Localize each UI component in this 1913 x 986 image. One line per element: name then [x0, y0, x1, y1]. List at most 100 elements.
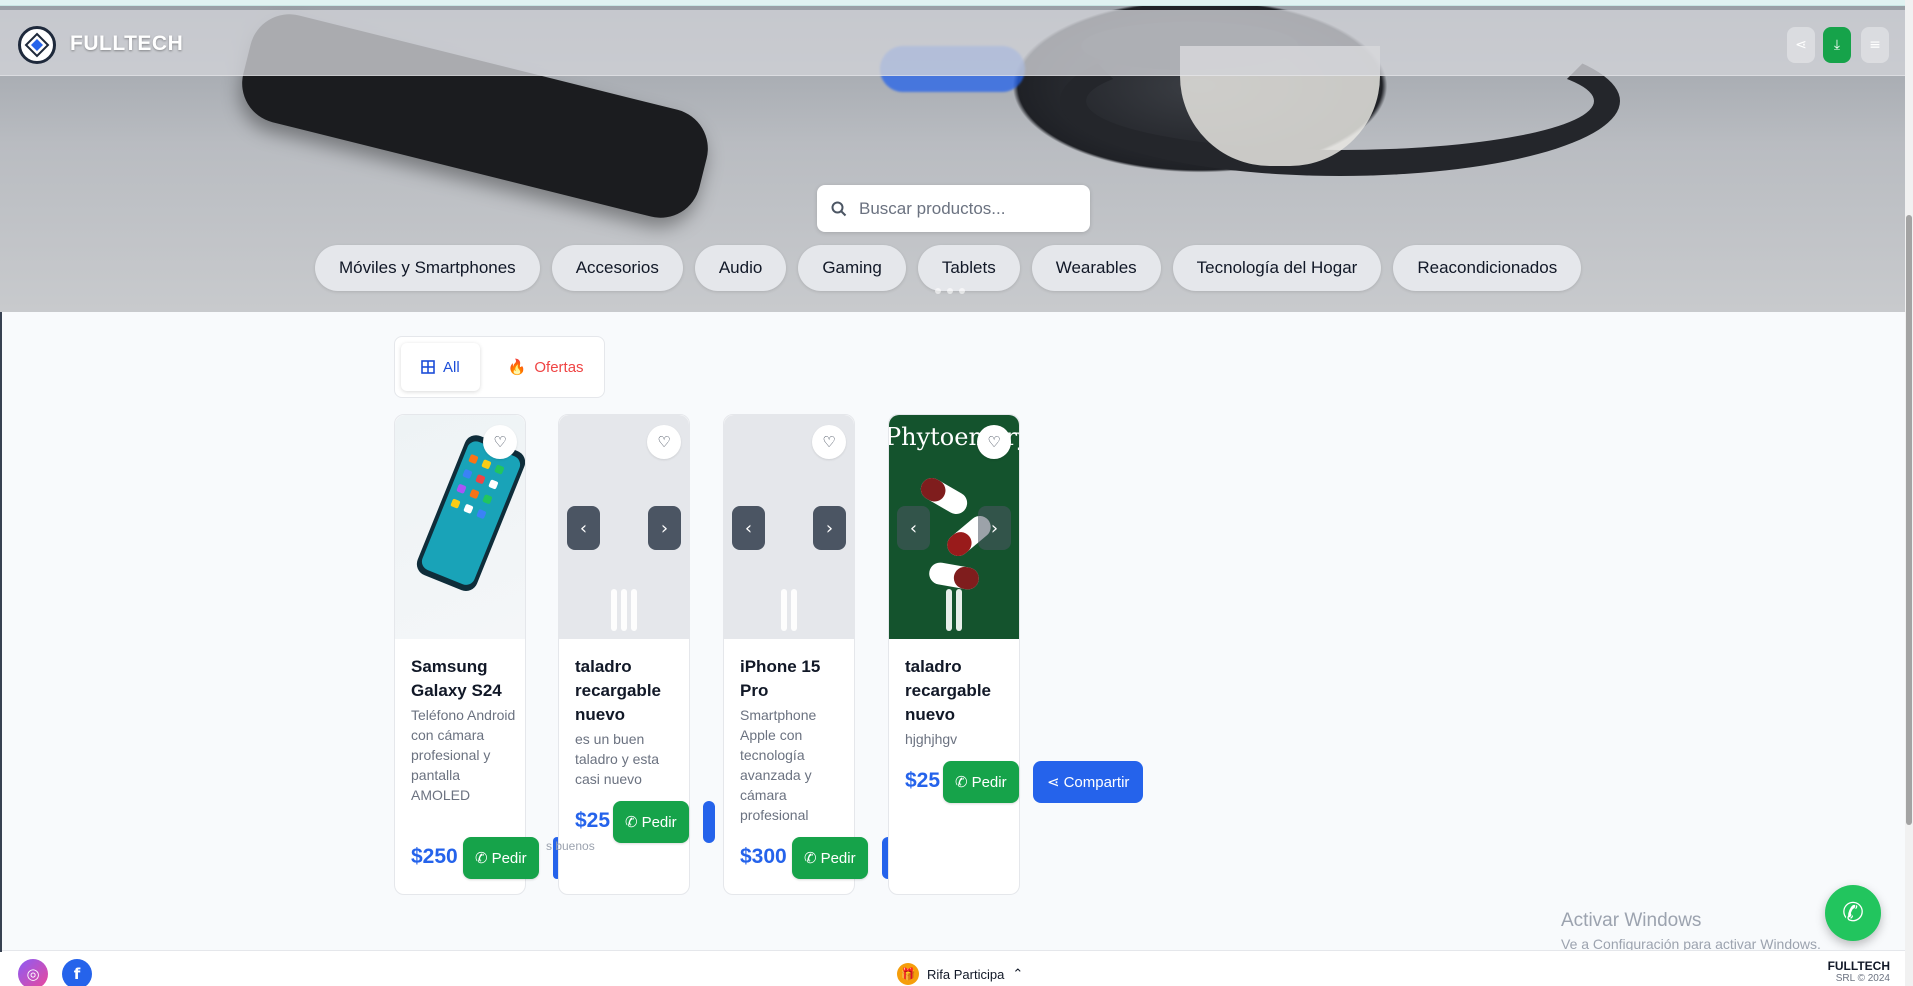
share-product-button[interactable]: ⋖ Compartir [1033, 761, 1144, 803]
chevron-left-icon: ‹ [744, 517, 753, 539]
product-title[interactable]: iPhone 15 Pro [740, 655, 845, 703]
chevron-up-icon: ⌃ [1012, 966, 1024, 981]
category-chip[interactable]: Tablets [917, 245, 1020, 291]
search-input[interactable] [859, 198, 1069, 219]
share-label: Compartir [1063, 773, 1130, 791]
favorite-button[interactable]: ♡ [812, 425, 846, 459]
chevron-right-icon: › [990, 517, 999, 539]
product-card[interactable]: ♡ Samsung Galaxy S24 Teléfono Android co… [394, 414, 561, 895]
order-label: Pedir [971, 773, 1007, 791]
order-whatsapp-button[interactable]: ✆ Pedir [943, 761, 1019, 803]
next-image-button[interactable]: › [978, 506, 1011, 550]
heart-icon: ♡ [987, 433, 1001, 451]
chevron-right-icon: › [660, 517, 669, 539]
download-button[interactable]: ⤓ [1823, 27, 1851, 63]
whatsapp-icon: ✆ [955, 774, 968, 791]
chevron-left-icon: ‹ [579, 517, 588, 539]
share-icon: ⋖ [1047, 774, 1060, 791]
top-navbar: FULLTECH ⋖ ⤓ ≡ [0, 10, 1905, 76]
tab-all[interactable]: All [401, 343, 480, 391]
order-whatsapp-button[interactable]: ✆ Pedir [792, 837, 868, 879]
search-bar [817, 185, 1090, 232]
favorite-button[interactable]: ♡ [977, 425, 1011, 459]
product-title[interactable]: taladro recargable nuevo [575, 655, 680, 727]
tab-offers-label: Ofertas [534, 358, 584, 376]
whatsapp-icon: ✆ [625, 814, 638, 831]
product-price: $300 [740, 845, 787, 868]
rifa-label: Rifa Participa [927, 966, 1005, 982]
logo-diamond-icon [24, 32, 50, 58]
whatsapp-float-button[interactable]: ✆ [1825, 885, 1881, 941]
chevron-left-icon: ‹ [909, 517, 918, 539]
order-whatsapp-button[interactable]: ✆ Pedir [613, 801, 689, 843]
download-icon: ⤓ [1833, 37, 1841, 53]
gift-icon: 🎁 [897, 963, 919, 985]
carousel-dots[interactable] [935, 288, 965, 294]
prev-image-button[interactable]: ‹ [897, 506, 930, 550]
category-chip[interactable]: Gaming [798, 245, 906, 291]
overflow-text: s buenos [546, 839, 595, 853]
product-title[interactable]: taladro recargable nuevo [905, 655, 1010, 727]
category-chip[interactable]: Wearables [1031, 245, 1161, 291]
share-icon: ⋖ [1795, 37, 1807, 53]
product-card[interactable]: ‹ › ♡ taladro recargable nuevo es un bue… [558, 414, 715, 895]
footer-brand-name: FULLTECH [1827, 959, 1890, 973]
facebook-button[interactable]: f [62, 959, 92, 986]
image-indicators[interactable] [946, 589, 962, 631]
hamburger-icon: ≡ [1869, 37, 1881, 53]
category-chip[interactable]: Móviles y Smartphones [315, 245, 540, 291]
brand-name[interactable]: FULLTECH [70, 32, 183, 56]
activation-title: Activar Windows [1561, 910, 1702, 931]
order-label: Pedir [641, 813, 677, 831]
product-price: $25 [905, 769, 941, 792]
product-price: $250 [411, 845, 458, 868]
heart-icon: ♡ [657, 433, 671, 451]
heart-icon: ♡ [822, 433, 836, 451]
whatsapp-icon: ✆ [804, 850, 817, 867]
chevron-right-icon: › [825, 517, 834, 539]
favorite-button[interactable]: ♡ [483, 425, 517, 459]
prev-image-button[interactable]: ‹ [567, 506, 600, 550]
left-edge-border [0, 312, 2, 952]
brand-logo[interactable] [18, 26, 56, 64]
next-image-button[interactable]: › [648, 506, 681, 550]
menu-button[interactable]: ≡ [1861, 27, 1889, 63]
footer-brand: FULLTECH SRL © 2024 [1828, 959, 1890, 984]
product-title[interactable]: Samsung Galaxy S24 [411, 655, 516, 703]
grid-icon [421, 360, 435, 374]
tab-all-label: All [443, 358, 460, 376]
product-card[interactable]: ‹ › ♡ iPhone 15 Pro Smartphone Apple con… [723, 414, 894, 895]
product-description: Smartphone Apple con tecnología avanzada… [740, 707, 817, 823]
facebook-icon: f [73, 965, 81, 983]
next-image-button[interactable]: › [813, 506, 846, 550]
product-price: $25 [575, 809, 611, 832]
scrollbar-thumb[interactable] [1906, 215, 1912, 825]
whatsapp-icon: ✆ [475, 850, 488, 867]
whatsapp-icon: ✆ [1842, 898, 1864, 928]
favorite-button[interactable]: ♡ [647, 425, 681, 459]
page-scrollbar[interactable] [1905, 0, 1913, 986]
order-label: Pedir [820, 849, 856, 867]
search-icon [831, 201, 847, 216]
order-whatsapp-button[interactable]: ✆ Pedir [463, 837, 539, 879]
category-chip[interactable]: Tecnología del Hogar [1172, 245, 1382, 291]
footer-bar: ◎ f 🎁 Rifa Participa ⌃ FULLTECH SRL © 20… [0, 950, 1905, 986]
category-chip[interactable]: Audio [694, 245, 787, 291]
product-card[interactable]: Phytoemory ‹ › ♡ taladro recargable nuev… [888, 414, 1144, 895]
share-button[interactable]: ⋖ [1787, 27, 1815, 63]
category-chip[interactable]: Accesorios [551, 245, 683, 291]
footer-copyright: SRL © 2024 [1835, 973, 1890, 984]
instagram-button[interactable]: ◎ [18, 959, 48, 986]
rifa-toggle[interactable]: 🎁 Rifa Participa ⌃ [897, 963, 1023, 985]
image-indicators[interactable] [611, 589, 637, 631]
prev-image-button[interactable]: ‹ [732, 506, 765, 550]
image-indicators[interactable] [781, 589, 797, 631]
product-description: hjghjhgv [905, 731, 958, 747]
order-label: Pedir [491, 849, 527, 867]
windows-activation-watermark: Activar Windows Ve a Configuración para … [1561, 910, 1821, 952]
fire-icon: 🔥 [507, 359, 527, 376]
tab-offers[interactable]: 🔥 Ofertas [488, 343, 604, 391]
share-product-button[interactable] [703, 801, 715, 843]
filter-tabs: All 🔥 Ofertas [394, 336, 605, 398]
category-chip[interactable]: Reacondicionados [1393, 245, 1582, 291]
